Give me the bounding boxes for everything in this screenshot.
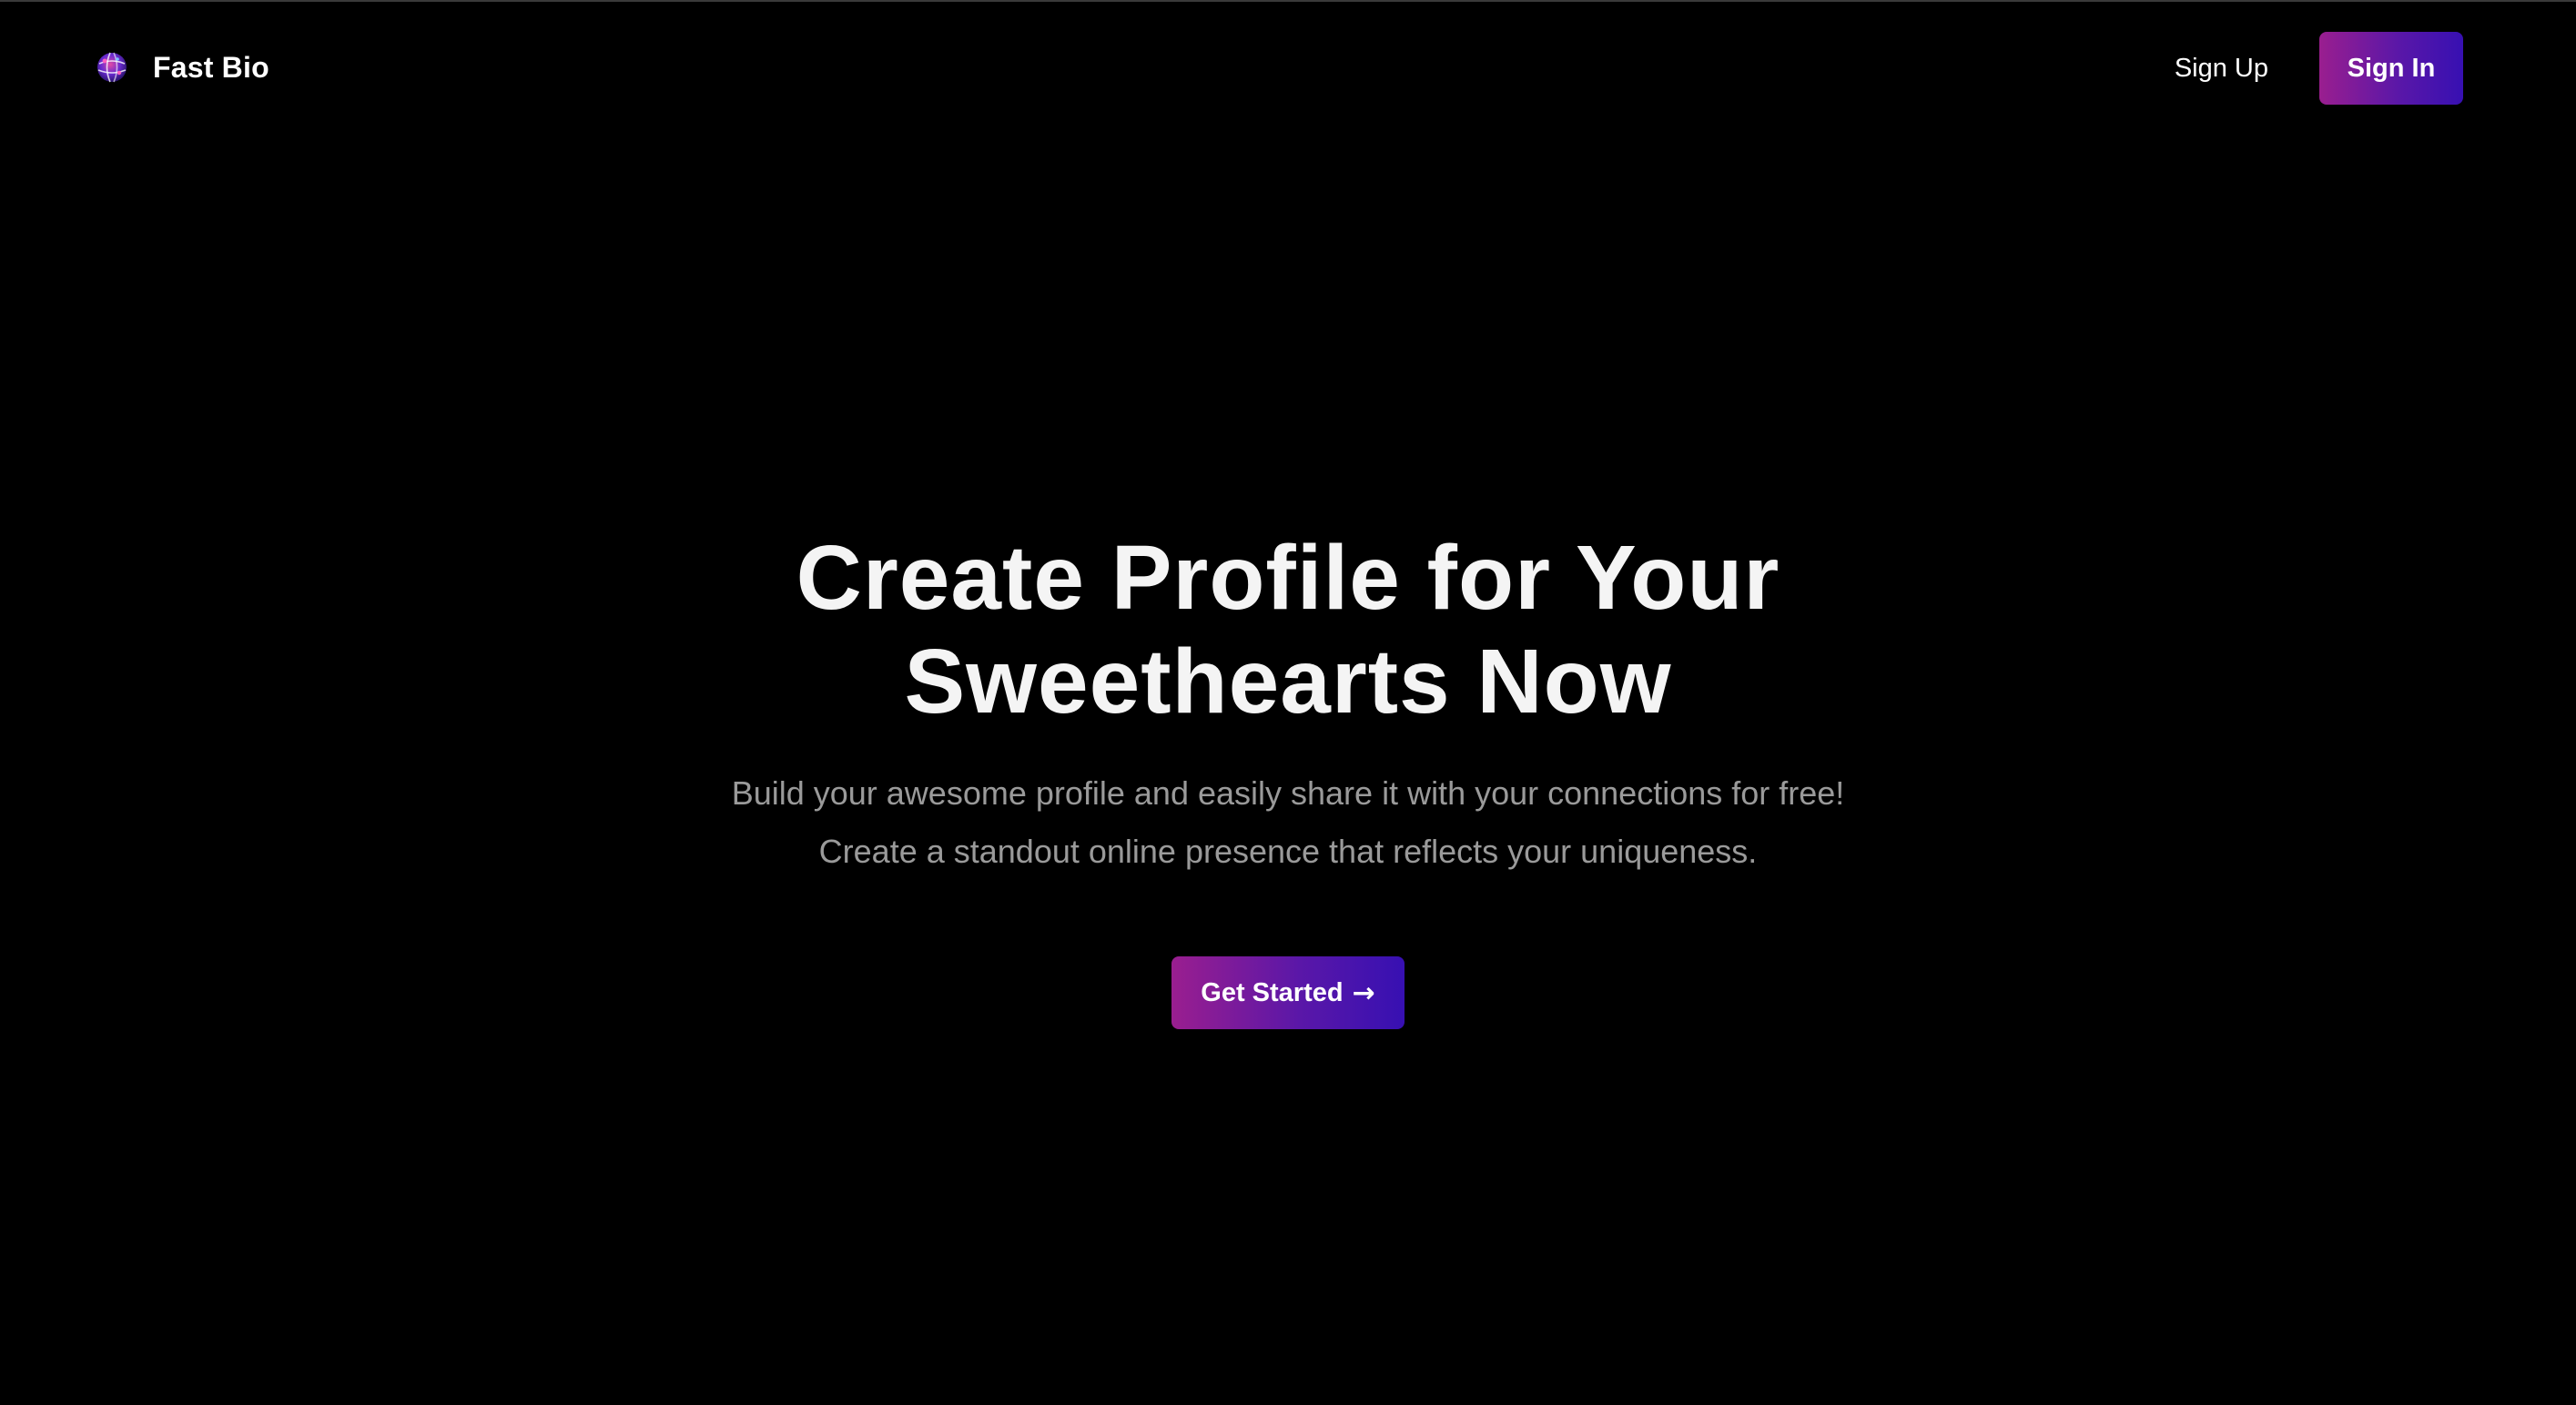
arrow-right-icon: → — [1352, 976, 1375, 1009]
hero-title: Create Profile for Your Sweethearts Now — [0, 526, 2576, 733]
hero-subtitle-line-2: Create a standout online presence that r… — [818, 833, 1758, 870]
get-started-label: Get Started — [1201, 977, 1344, 1007]
sign-in-button[interactable]: Sign In — [2319, 32, 2463, 105]
landing-page: Fast Bio Sign Up Sign In Create Profile … — [0, 0, 2576, 1405]
hero-title-line-1: Create Profile for Your — [796, 527, 1780, 629]
get-started-button[interactable]: Get Started → — [1171, 956, 1405, 1029]
brand[interactable]: Fast Bio — [95, 47, 269, 87]
hero-subtitle-line-1: Build your awesome profile and easily sh… — [731, 774, 1845, 812]
top-navbar: Fast Bio Sign Up Sign In — [0, 2, 2576, 135]
hero-section: Create Profile for Your Sweethearts Now … — [0, 526, 2576, 881]
globe-logo-icon — [95, 50, 129, 85]
hero-subtitle: Build your awesome profile and easily sh… — [0, 764, 2576, 881]
header-nav: Sign Up Sign In — [2175, 31, 2463, 106]
brand-name: Fast Bio — [153, 50, 269, 84]
cta-container: Get Started → — [0, 956, 2576, 1029]
sign-up-link[interactable]: Sign Up — [2175, 54, 2268, 84]
hero-title-line-2: Sweethearts Now — [904, 631, 1672, 733]
